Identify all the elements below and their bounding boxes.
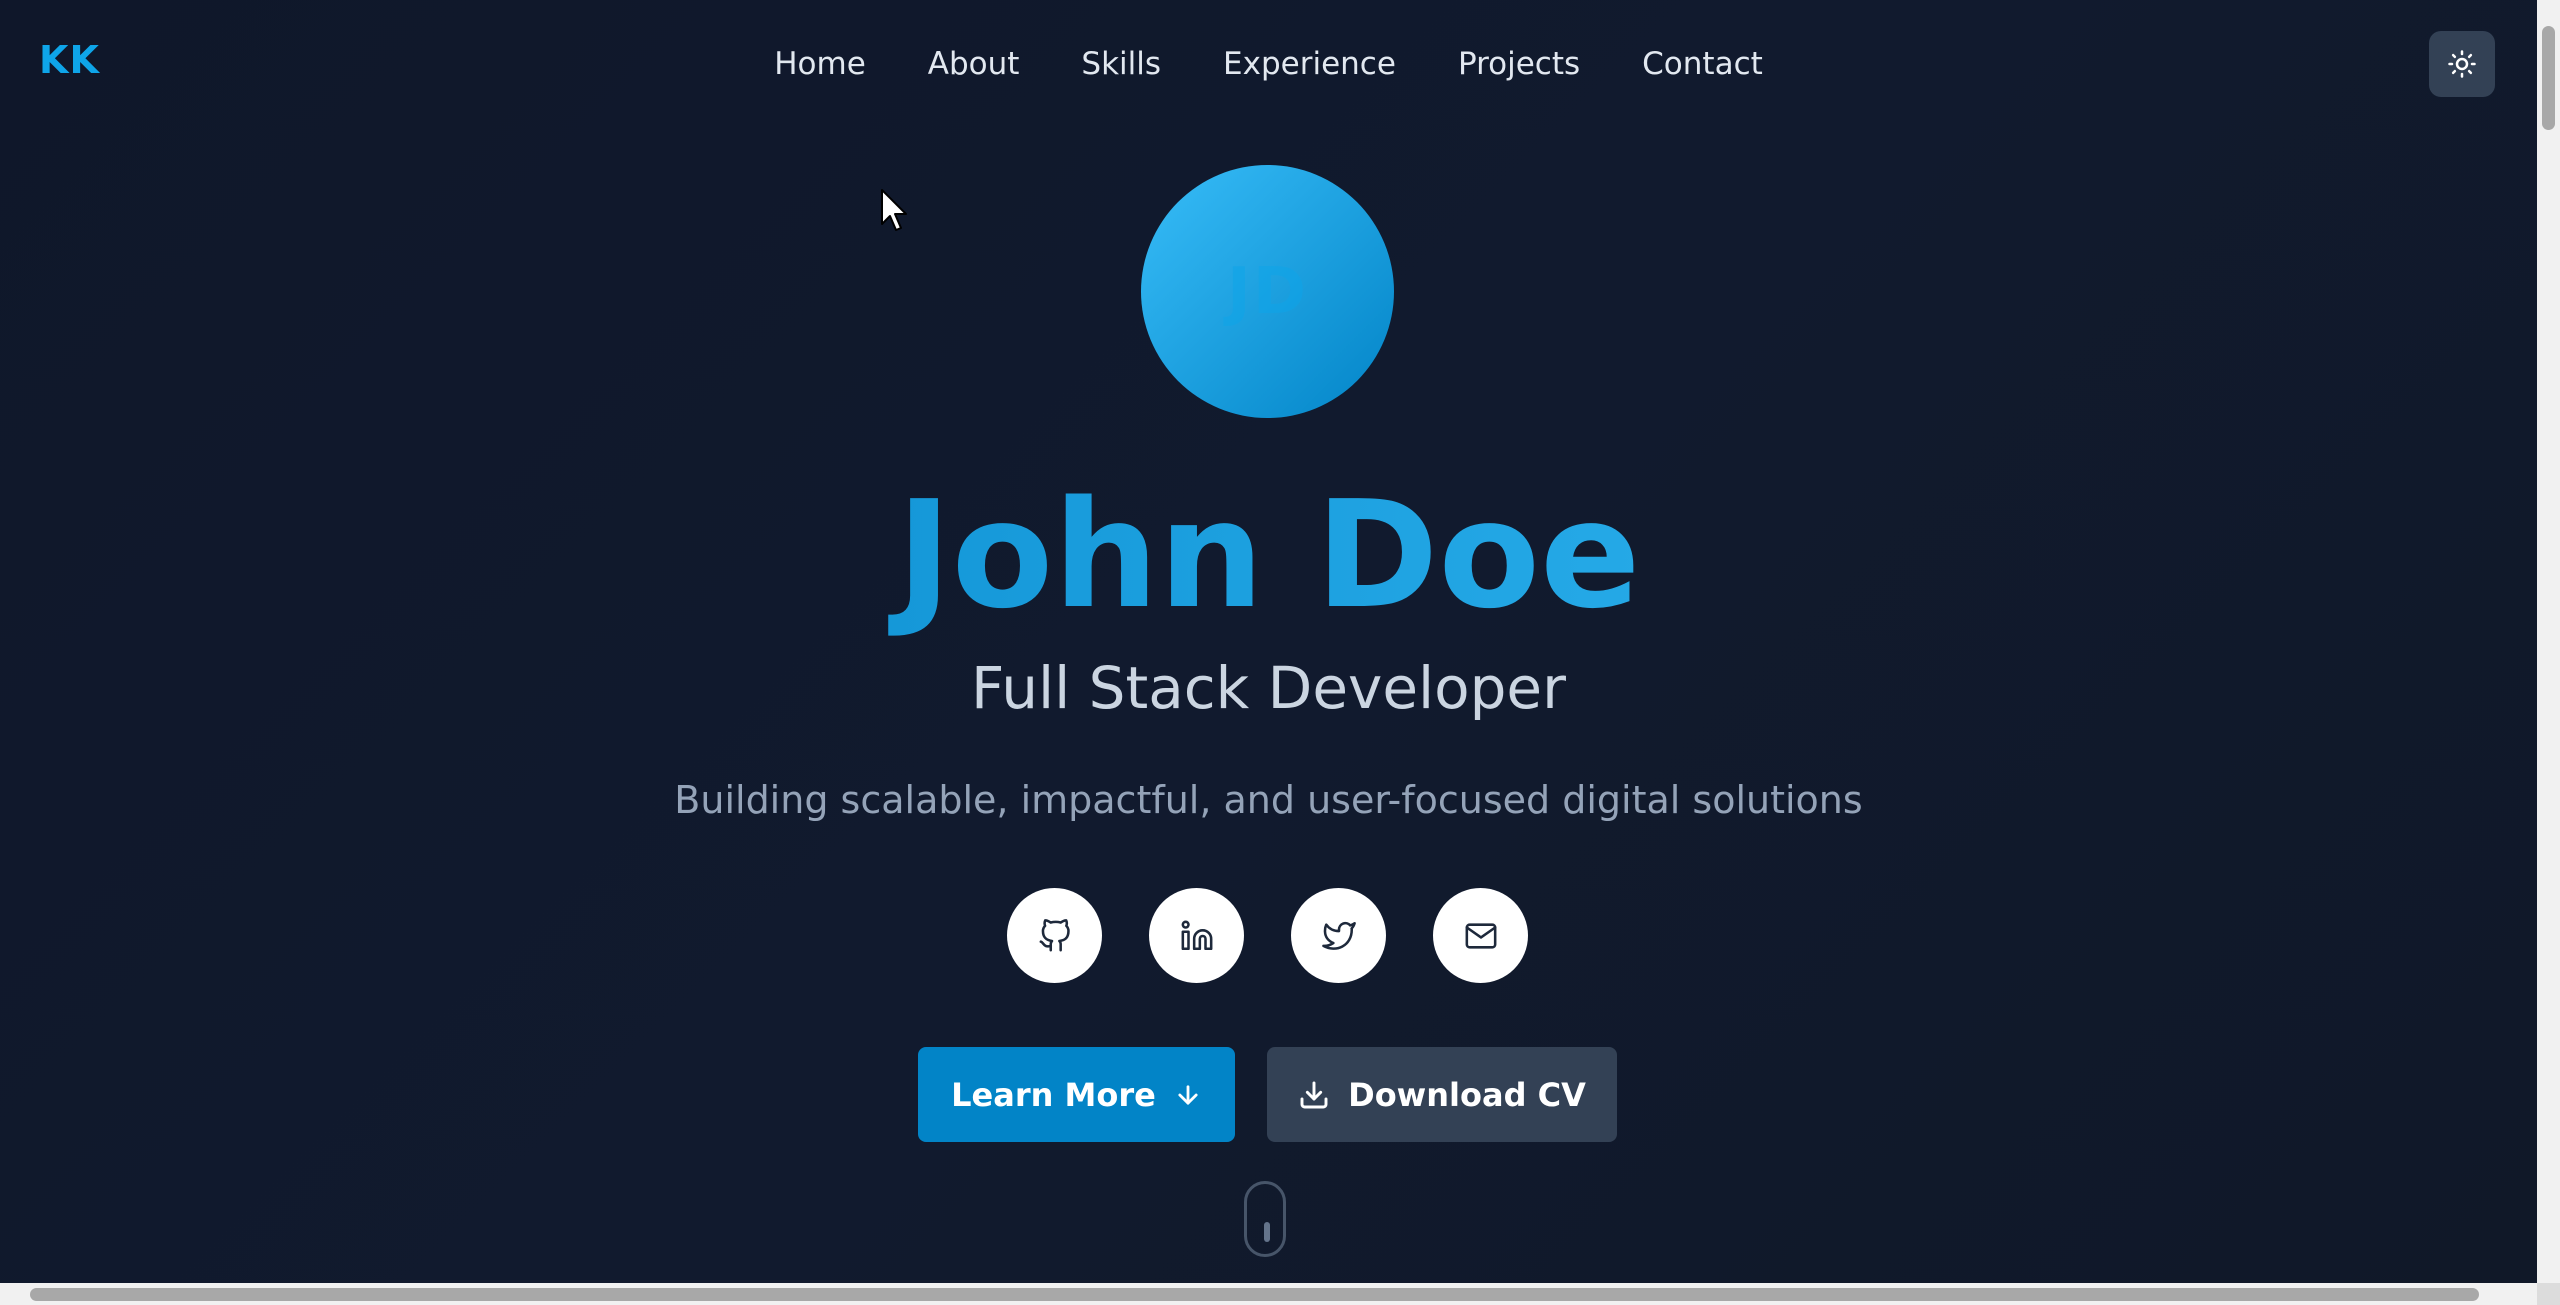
horizontal-scroll-thumb[interactable] [30,1288,2479,1301]
scrollbar-corner [2537,1283,2560,1305]
nav-links: Home About Skills Experience Projects Co… [0,40,2537,88]
download-cv-button[interactable]: Download CV [1267,1047,1617,1142]
twitter-icon [1321,921,1356,950]
linkedin-link[interactable] [1149,888,1244,983]
vertical-scroll-thumb[interactable] [2542,26,2555,130]
hero-tagline: Building scalable, impactful, and user-f… [674,778,1863,822]
hero-name: John Doe [0,470,2537,640]
sun-icon [2448,50,2476,78]
mouse-pointer-icon [881,189,907,231]
mail-icon [1465,922,1496,949]
mouse-scroll-icon[interactable] [1244,1181,1286,1257]
top-navbar: KK Home About Skills Experience Projects… [0,0,2537,128]
download-icon [1300,1081,1328,1108]
horizontal-scrollbar[interactable] [0,1283,2560,1305]
learn-more-button[interactable]: Learn More [918,1047,1235,1142]
github-icon [1039,918,1070,951]
nav-link-about[interactable]: About [928,40,1020,88]
social-links [1007,888,1528,983]
linkedin-icon [1181,920,1212,950]
learn-more-label: Learn More [951,1075,1156,1114]
page-viewport: KK Home About Skills Experience Projects… [0,0,2537,1283]
nav-link-experience[interactable]: Experience [1223,40,1396,88]
theme-toggle-button[interactable] [2429,31,2495,97]
nav-link-contact[interactable]: Contact [1642,40,1763,88]
mouse-wheel [1264,1222,1270,1242]
arrow-down-icon [1178,1084,1198,1105]
github-link[interactable] [1007,888,1102,983]
avatar: JD [1141,165,1394,418]
nav-link-home[interactable]: Home [774,40,866,88]
hero-role: Full Stack Developer [971,654,1566,722]
vertical-scrollbar[interactable] [2537,0,2560,1283]
email-link[interactable] [1433,888,1528,983]
twitter-link[interactable] [1291,888,1386,983]
nav-link-skills[interactable]: Skills [1081,40,1161,88]
download-cv-label: Download CV [1348,1075,1586,1114]
nav-link-projects[interactable]: Projects [1458,40,1580,88]
avatar-initials: JD [1227,254,1308,329]
